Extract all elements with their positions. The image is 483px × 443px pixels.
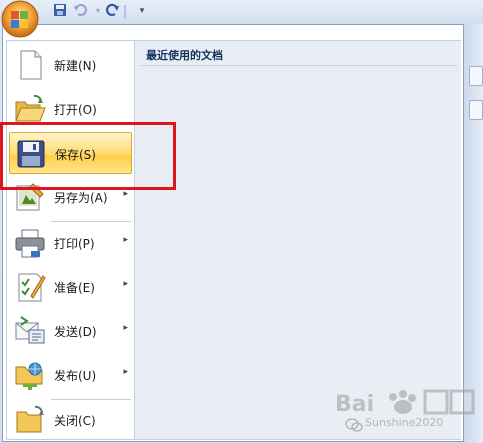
new-document-icon bbox=[13, 48, 47, 82]
office-logo-icon bbox=[1, 0, 39, 38]
menu-item-label: 另存为(A) bbox=[54, 191, 108, 205]
printer-icon bbox=[13, 226, 47, 260]
recent-documents-title: 最近使用的文档 bbox=[146, 49, 223, 62]
quick-access-toolbar: ▾ ▾ bbox=[0, 0, 483, 24]
menu-item-save-as[interactable]: 另存为(A) ▸ bbox=[9, 176, 132, 218]
menu-item-close[interactable]: 关闭(C) bbox=[9, 399, 132, 441]
publish-folder-icon bbox=[13, 358, 47, 392]
undo-icon[interactable] bbox=[72, 3, 88, 19]
menu-item-label: 发送(D) bbox=[54, 325, 97, 339]
recent-documents-separator bbox=[141, 65, 457, 66]
recent-documents-pane: 最近使用的文档 bbox=[134, 41, 461, 439]
menu-item-label: 新建(N) bbox=[54, 59, 97, 73]
menu-item-print[interactable]: 打印(P) ▸ bbox=[9, 222, 132, 264]
office-window: ▾ ▾ 新建(N) 打开(O) 保存(S) 另存为(A) ▸ 打印(P) ▸ 准… bbox=[0, 0, 483, 443]
save-disk-icon bbox=[14, 137, 48, 171]
submenu-arrow-icon: ▸ bbox=[123, 235, 128, 245]
menu-item-label: 准备(E) bbox=[54, 281, 95, 295]
menu-item-label: 打开(O) bbox=[54, 103, 97, 117]
document-area-edge bbox=[462, 24, 483, 443]
undo-dropdown-icon[interactable]: ▾ bbox=[90, 3, 106, 19]
office-button[interactable] bbox=[0, 0, 42, 40]
customize-qat-icon[interactable]: ▾ bbox=[134, 3, 150, 19]
ribbon-edge-tab bbox=[469, 100, 483, 120]
menu-item-save[interactable]: 保存(S) bbox=[9, 132, 132, 174]
redo-icon[interactable] bbox=[105, 3, 121, 19]
submenu-arrow-icon: ▸ bbox=[123, 367, 128, 377]
menu-item-label: 发布(U) bbox=[54, 369, 97, 383]
office-menu: 新建(N) 打开(O) 保存(S) 另存为(A) ▸ 打印(P) ▸ 准备(E)… bbox=[2, 24, 464, 442]
submenu-arrow-icon: ▸ bbox=[123, 279, 128, 289]
open-folder-icon bbox=[13, 92, 47, 126]
office-menu-body: 新建(N) 打开(O) 保存(S) 另存为(A) ▸ 打印(P) ▸ 准备(E)… bbox=[6, 40, 461, 440]
qat-separator bbox=[124, 5, 126, 19]
submenu-arrow-icon: ▸ bbox=[123, 189, 128, 199]
menu-item-new[interactable]: 新建(N) bbox=[9, 44, 132, 86]
prepare-document-icon bbox=[13, 270, 47, 304]
close-folder-icon bbox=[13, 403, 47, 437]
save-as-icon bbox=[13, 180, 47, 214]
menu-item-open[interactable]: 打开(O) bbox=[9, 88, 132, 130]
menu-item-publish[interactable]: 发布(U) ▸ bbox=[9, 354, 132, 396]
save-icon[interactable] bbox=[52, 3, 68, 19]
ribbon-edge-tab bbox=[469, 66, 483, 86]
submenu-arrow-icon: ▸ bbox=[123, 323, 128, 333]
send-mail-icon bbox=[13, 314, 47, 348]
menu-item-label: 打印(P) bbox=[54, 237, 95, 251]
menu-item-label: 关闭(C) bbox=[54, 414, 96, 428]
menu-item-prepare[interactable]: 准备(E) ▸ bbox=[9, 266, 132, 308]
menu-item-send[interactable]: 发送(D) ▸ bbox=[9, 310, 132, 352]
menu-command-pane: 新建(N) 打开(O) 保存(S) 另存为(A) ▸ 打印(P) ▸ 准备(E)… bbox=[7, 41, 134, 439]
menu-item-label: 保存(S) bbox=[55, 148, 96, 162]
